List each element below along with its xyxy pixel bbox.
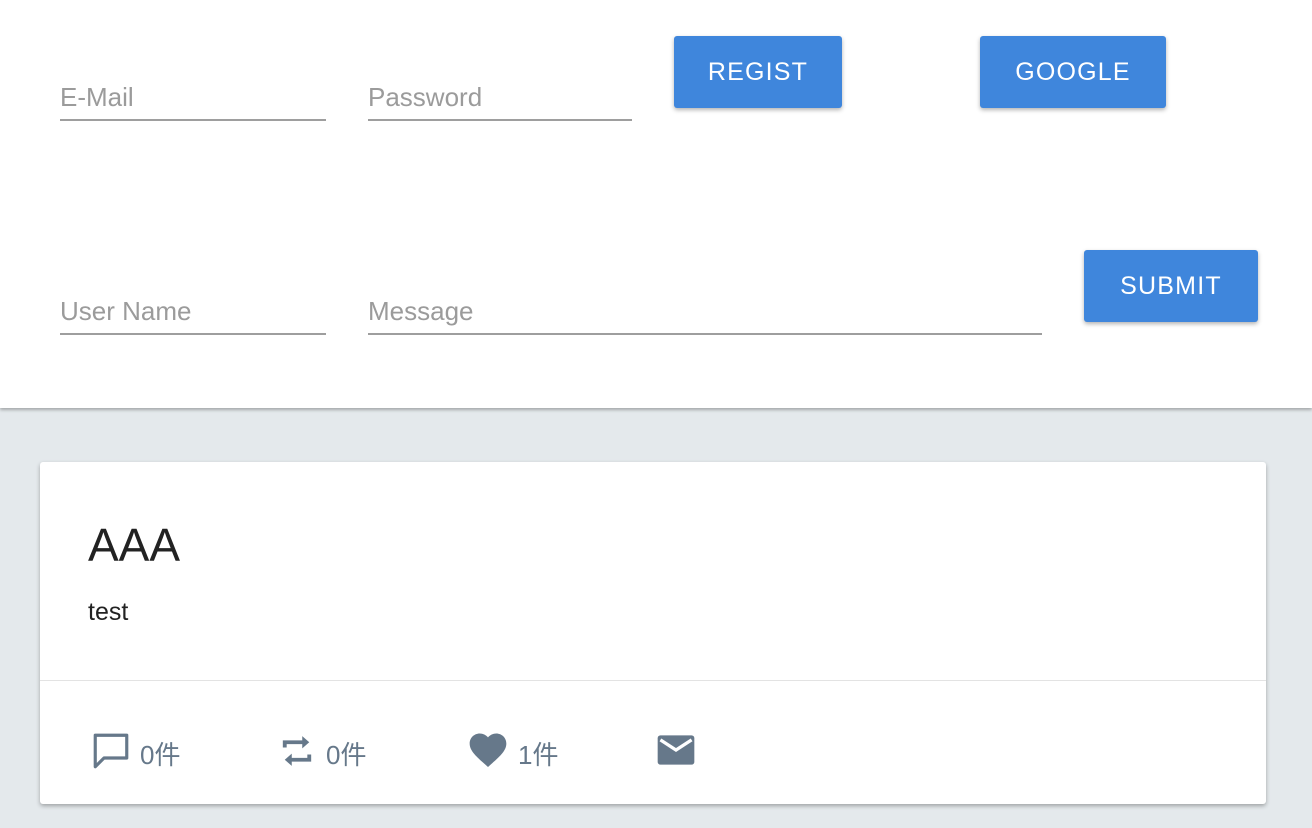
email-input[interactable] xyxy=(60,82,326,113)
password-input[interactable] xyxy=(368,82,632,113)
heart-icon xyxy=(466,728,510,772)
email-field xyxy=(60,82,326,121)
username-field xyxy=(60,296,326,335)
retweet-icon xyxy=(276,730,318,772)
submit-button[interactable]: SUBMIT xyxy=(1084,250,1258,322)
retweet-action[interactable]: 0件 xyxy=(276,712,366,772)
retweet-count: 0件 xyxy=(326,740,367,770)
post-card: AAA test 0件 0件 1件 xyxy=(40,462,1266,804)
post-title: AAA xyxy=(88,519,181,571)
message-input[interactable] xyxy=(368,296,1042,327)
post-text: test xyxy=(88,598,129,626)
google-button[interactable]: GOOGLE xyxy=(980,36,1166,108)
comment-action[interactable]: 0件 xyxy=(90,712,180,772)
like-action[interactable]: 1件 xyxy=(466,712,558,772)
comment-icon xyxy=(90,730,132,772)
card-divider xyxy=(40,680,1266,681)
top-panel: REGIST GOOGLE SUBMIT xyxy=(0,0,1312,408)
regist-button[interactable]: REGIST xyxy=(674,36,842,108)
mail-action[interactable] xyxy=(654,712,698,772)
password-field xyxy=(368,82,632,121)
comment-count: 0件 xyxy=(140,740,181,770)
username-input[interactable] xyxy=(60,296,326,327)
mail-icon xyxy=(654,728,698,772)
message-field xyxy=(368,296,1042,335)
like-count: 1件 xyxy=(518,740,559,770)
